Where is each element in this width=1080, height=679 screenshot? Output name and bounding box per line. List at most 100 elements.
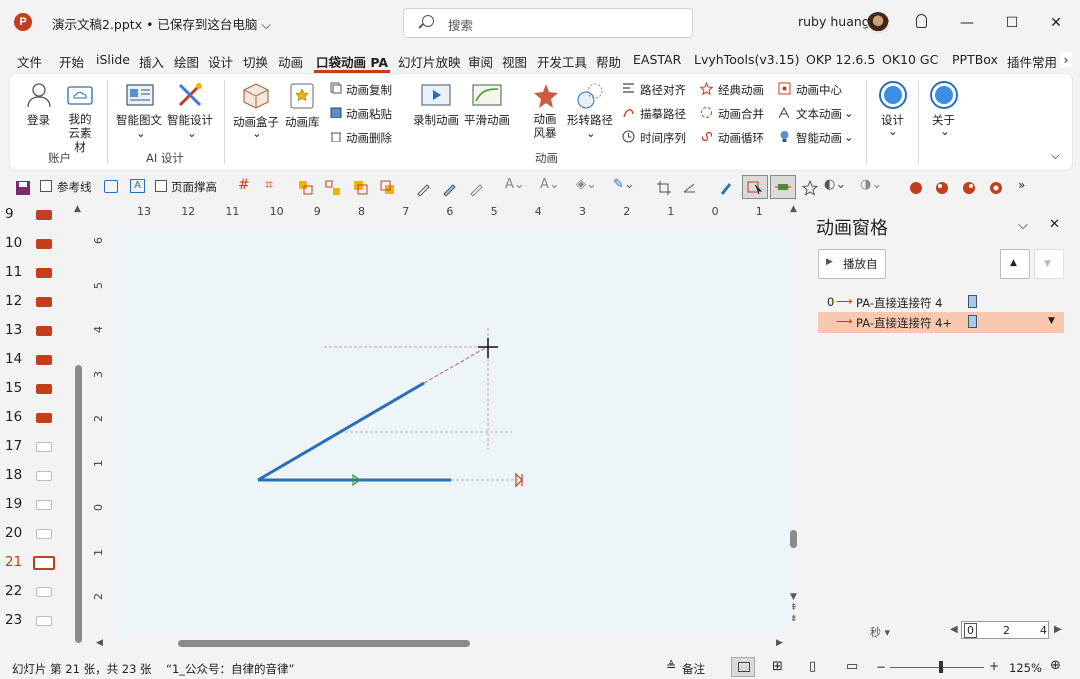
chevron-down-icon[interactable]: ⌄ <box>844 130 854 144</box>
save-icon[interactable] <box>15 180 31 196</box>
chevron-down-icon[interactable]: ⌄ <box>844 106 854 120</box>
slide-number[interactable]: 18 <box>5 467 27 483</box>
eyedropper-fill-icon[interactable] <box>442 180 458 196</box>
chevron-down-icon[interactable]: ⌄ <box>586 126 596 140</box>
animation-library-button[interactable]: 动画库 <box>285 114 320 130</box>
zoom-in-icon[interactable]: + <box>989 659 999 673</box>
crop-icon[interactable] <box>656 180 672 196</box>
animation-merge-button[interactable]: 动画合并 <box>718 106 764 122</box>
shapes-dropdown-icon[interactable]: ◐⌄ <box>824 177 846 192</box>
tab-islide[interactable]: iSlide <box>96 52 130 67</box>
page-fit-checkbox[interactable] <box>155 180 167 192</box>
tab-review[interactable]: 审阅 <box>468 52 493 71</box>
red-shape-4-icon[interactable] <box>988 180 1004 196</box>
scroll-left-icon[interactable]: ◀ <box>96 638 103 648</box>
motion-path-diagonal[interactable] <box>423 346 488 384</box>
animation-box-icon[interactable] <box>242 82 270 110</box>
distribute-icon[interactable] <box>325 180 341 196</box>
move-up-button[interactable]: ▲ <box>1000 249 1030 279</box>
slide-thumbnail[interactable] <box>36 413 52 423</box>
reading-view-icon[interactable]: ▯ <box>809 659 816 674</box>
animation-paste-button[interactable]: 动画粘贴 <box>346 106 392 122</box>
slide-thumbnail[interactable] <box>36 268 52 278</box>
tab-eastar[interactable]: EASTAR <box>633 52 681 67</box>
slide-number[interactable]: 13 <box>5 322 27 338</box>
shape-to-path-icon[interactable] <box>576 82 604 110</box>
eyedropper-line-icon[interactable] <box>469 180 485 196</box>
scroll-up-icon[interactable]: ▲ <box>74 204 81 214</box>
red-shape-2-icon[interactable] <box>934 180 950 196</box>
align-guide-button[interactable] <box>770 175 796 199</box>
text-outline-icon[interactable]: A⌄ <box>540 177 560 192</box>
textbox-icon[interactable]: A <box>130 179 145 193</box>
red-shape-1-icon[interactable] <box>908 180 924 196</box>
horizontal-scrollbar-thumb[interactable] <box>178 640 470 647</box>
slide-number[interactable]: 17 <box>5 438 27 454</box>
slide-thumbnail[interactable] <box>36 500 52 510</box>
slide-number[interactable]: 22 <box>5 583 27 599</box>
slide-number[interactable]: 23 <box>5 612 27 628</box>
chevron-down-icon[interactable]: ⌄ <box>940 124 950 138</box>
slide-thumbnail[interactable] <box>36 616 52 626</box>
tabs-scroll-right-button[interactable]: › <box>1060 52 1072 67</box>
search-input[interactable]: 搜索 <box>403 8 693 38</box>
slide-thumbnail[interactable] <box>36 471 52 481</box>
bring-front-icon[interactable] <box>353 180 369 196</box>
slide-number[interactable]: 9 <box>5 206 27 222</box>
scroll-right-icon[interactable]: ▶ <box>776 638 783 648</box>
record-animation-icon[interactable] <box>421 84 451 106</box>
chevron-down-icon[interactable]: ⌄ <box>136 126 146 140</box>
slide-sorter-icon[interactable]: ⊞ <box>772 659 783 674</box>
star-shape-icon[interactable] <box>802 180 818 196</box>
animation-delete-button[interactable]: 动画删除 <box>346 130 392 146</box>
select-objects-button[interactable] <box>742 175 768 199</box>
tab-insert[interactable]: 插入 <box>139 52 164 71</box>
slide-number[interactable]: 19 <box>5 496 27 512</box>
time-sequence-button[interactable]: 时间序列 <box>640 130 686 146</box>
avatar[interactable] <box>867 12 889 34</box>
slide-number[interactable]: 20 <box>5 525 27 541</box>
animation-storm-button[interactable]: 动画风暴 <box>533 112 557 140</box>
smooth-animation-button[interactable]: 平滑动画 <box>464 112 510 128</box>
slide-thumbnail[interactable] <box>36 587 52 597</box>
move-down-button[interactable]: ▼ <box>1034 249 1064 279</box>
slide-number[interactable]: 11 <box>5 264 27 280</box>
shape-style-dropdown-icon[interactable]: ◑⌄ <box>860 177 882 192</box>
slide-thumbnail[interactable] <box>36 239 52 249</box>
pane-options-chevron-icon[interactable]: ⌵ <box>1018 218 1028 233</box>
slide-number[interactable]: 16 <box>5 409 27 425</box>
tab-help[interactable]: 帮助 <box>596 52 621 71</box>
smart-design-icon[interactable] <box>177 82 203 108</box>
line-color-icon[interactable]: ✎⌄ <box>613 177 635 192</box>
my-cloud-assets-button[interactable]: 我的云素材 <box>64 112 96 154</box>
zoom-slider[interactable] <box>890 667 984 668</box>
trace-path-button[interactable]: 描摹路径 <box>640 106 686 122</box>
thumbnails-scrollbar[interactable] <box>75 365 82 643</box>
notes-icon[interactable]: ≜ <box>666 659 676 673</box>
minimize-button[interactable]: — <box>954 10 980 36</box>
timeline-right-icon[interactable]: ▶ <box>1054 624 1062 635</box>
chevron-down-icon[interactable]: ⌄ <box>187 126 197 140</box>
login-button[interactable]: 登录 <box>27 112 50 128</box>
tab-slideshow[interactable]: 幻灯片放映 <box>398 52 461 71</box>
tab-home[interactable]: 开始 <box>59 52 84 71</box>
notes-button[interactable]: 备注 <box>682 661 705 677</box>
tab-developer[interactable]: 开发工具 <box>537 52 587 71</box>
normal-view-button[interactable] <box>731 657 755 677</box>
tab-pptbox[interactable]: PPTBox <box>952 52 998 67</box>
tab-ok10gc[interactable]: OK10 GC <box>882 52 938 67</box>
grid-icon[interactable]: # <box>238 177 250 193</box>
toolbar-more-button[interactable]: » <box>1018 178 1025 192</box>
tab-plugins[interactable]: 插件常用 <box>1007 52 1057 71</box>
close-button[interactable]: ✕ <box>1043 10 1069 36</box>
slideshow-icon[interactable]: ▭ <box>846 659 858 674</box>
slide-thumbnail[interactable] <box>36 442 52 452</box>
document-title[interactable]: 演示文稿2.pptx • 已保存到这台电脑 ⌵ <box>52 14 271 33</box>
collapse-ribbon-button[interactable]: ⌵ <box>1051 148 1060 163</box>
slide-number[interactable]: 21 <box>5 554 27 570</box>
fill-color-icon[interactable]: ◈⌄ <box>576 177 597 192</box>
tab-okp[interactable]: OKP 12.6.5 <box>806 52 875 67</box>
slide-thumbnail[interactable] <box>36 529 52 539</box>
red-shape-3-icon[interactable] <box>961 180 977 196</box>
play-from-button[interactable]: ▶ 播放自 <box>818 249 886 279</box>
